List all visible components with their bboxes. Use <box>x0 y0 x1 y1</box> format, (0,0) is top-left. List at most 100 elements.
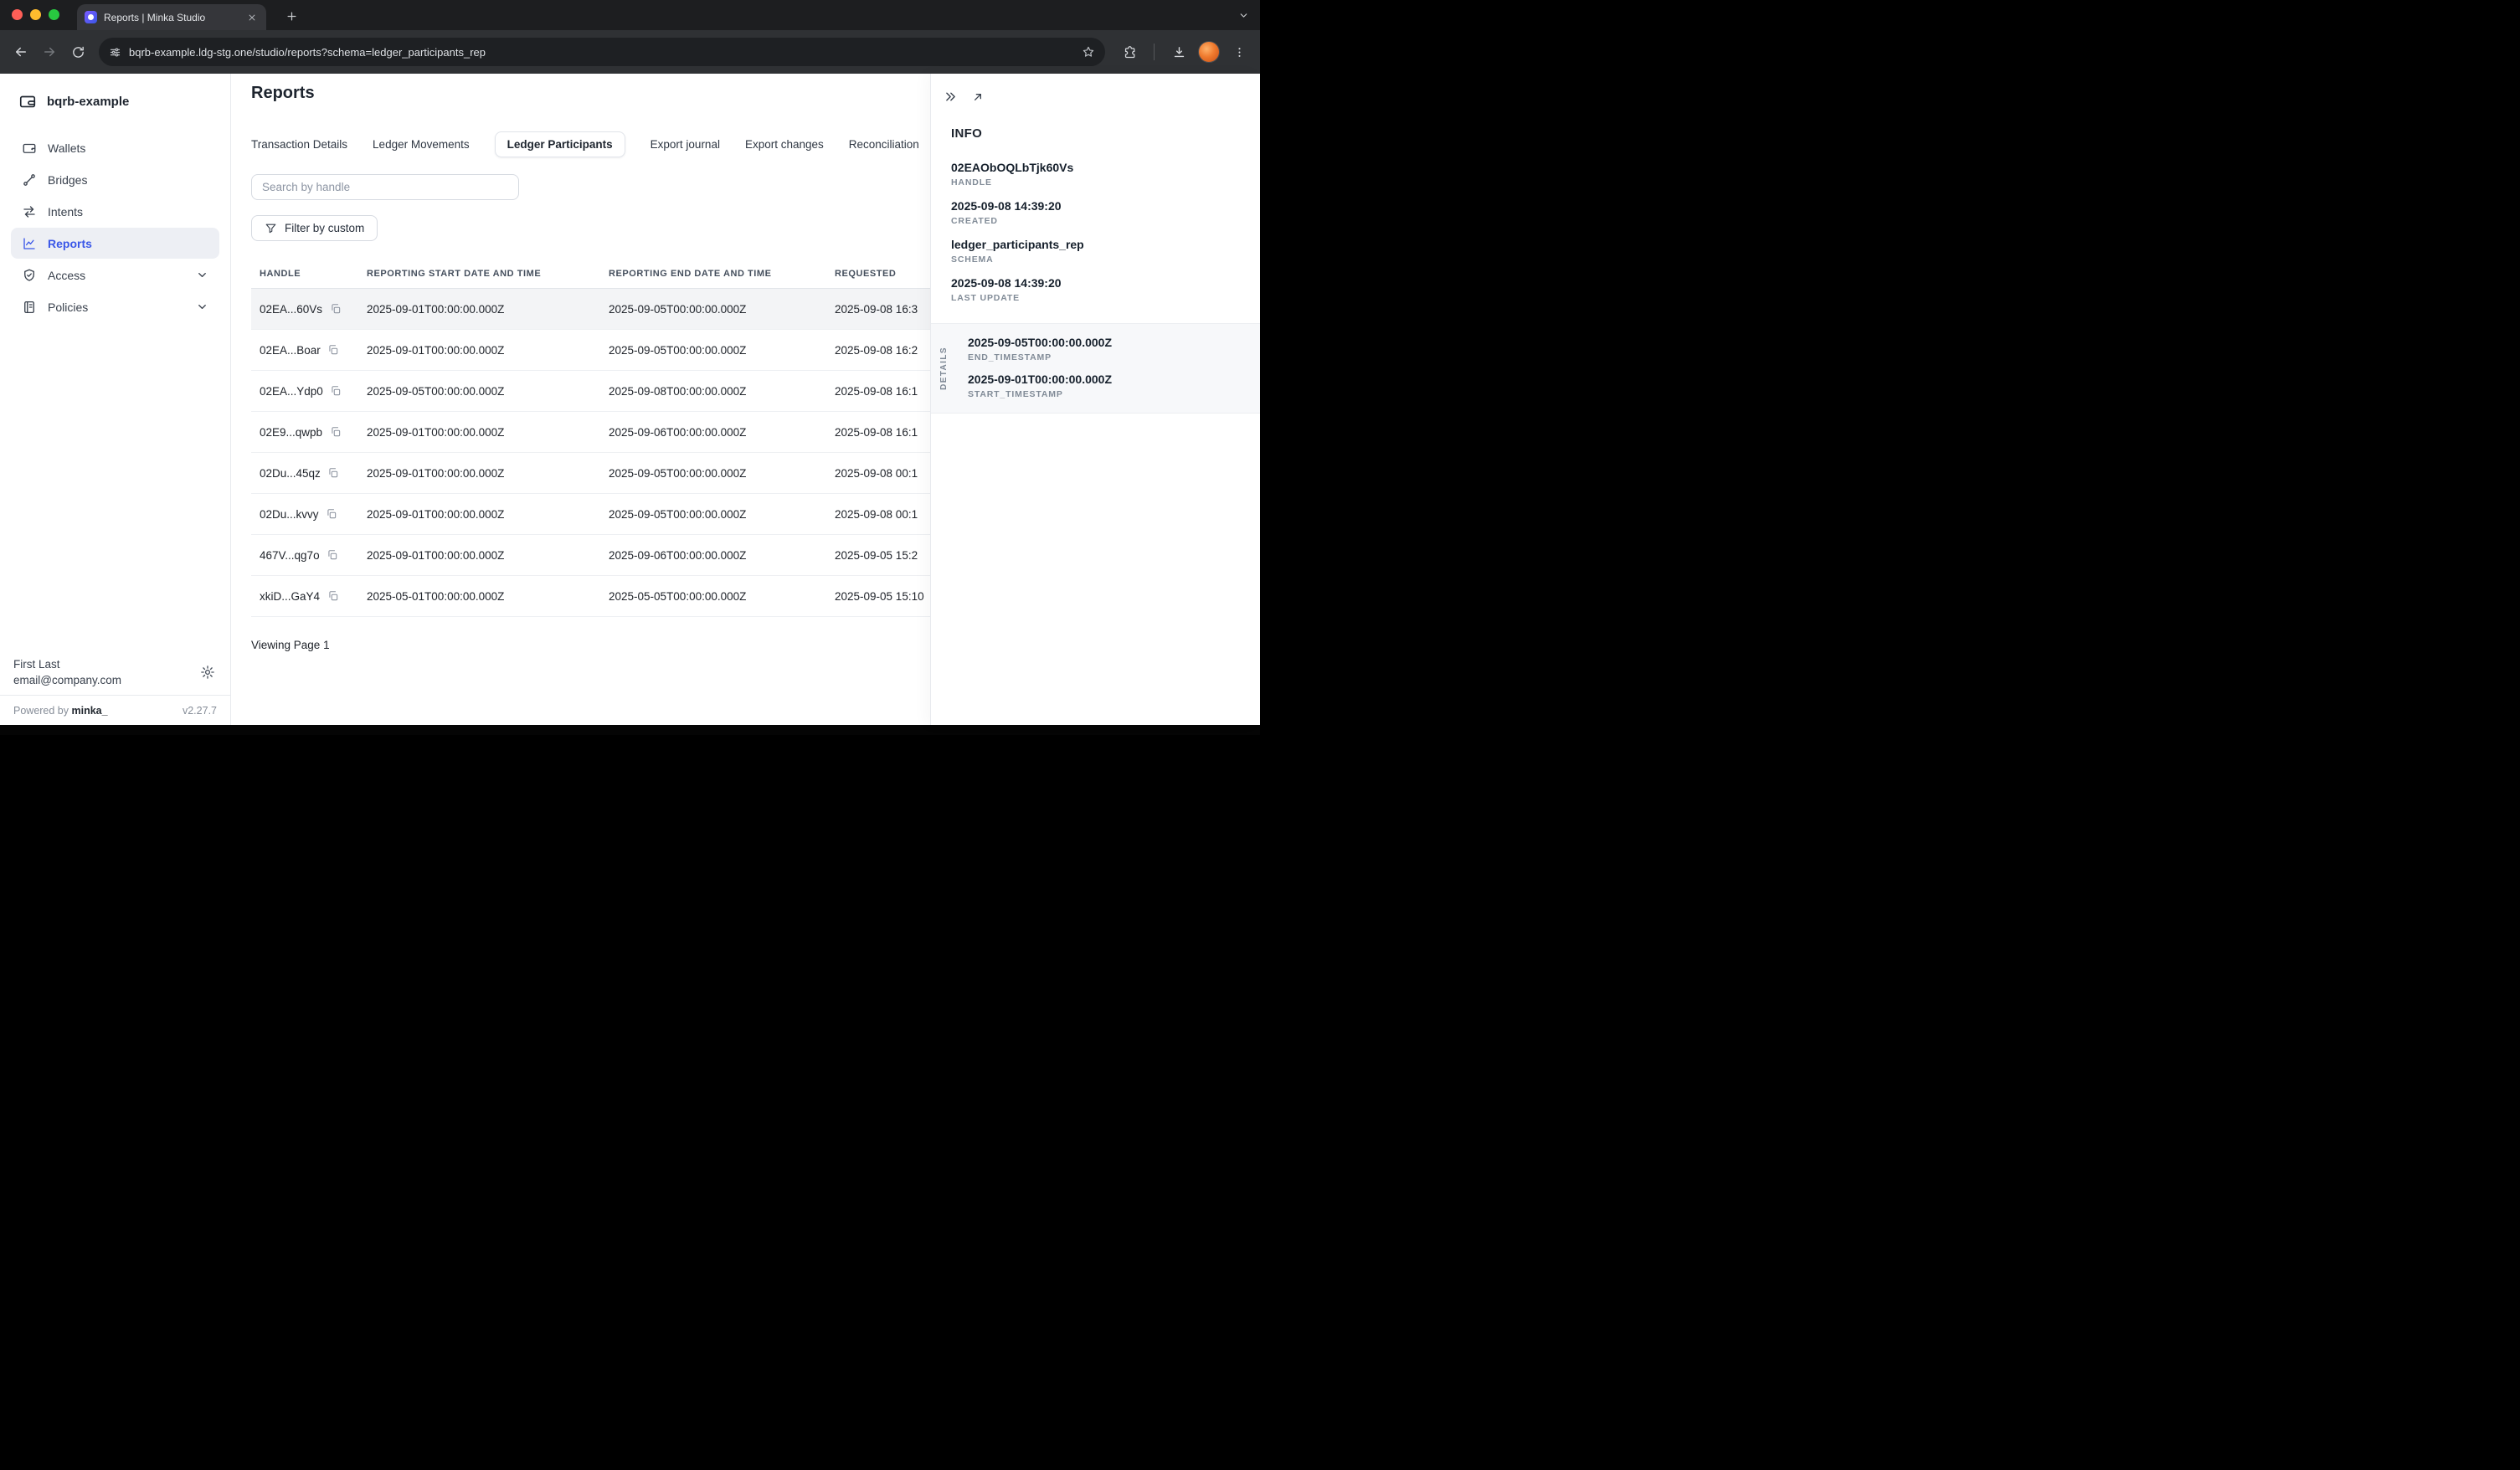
workspace-header[interactable]: bqrb-example <box>0 74 230 111</box>
sidebar-item-reports[interactable]: Reports <box>11 228 219 259</box>
search-input[interactable] <box>251 174 519 200</box>
table-row[interactable]: 02Du...45qz 2025-09-01T00:00:00.000Z 202… <box>251 453 971 494</box>
sidebar-item-access[interactable]: Access <box>11 260 219 290</box>
sidebar-footer: Powered by minka_ v2.27.7 <box>0 695 230 725</box>
sidebar-item-bridges[interactable]: Bridges <box>11 164 219 195</box>
tab-export-journal[interactable]: Export journal <box>651 138 720 151</box>
field-value: 2025-09-08 14:39:20 <box>951 199 1260 213</box>
collapse-panel-icon[interactable] <box>943 89 959 105</box>
forward-icon[interactable] <box>35 38 64 66</box>
field-label: CREATED <box>951 216 1260 226</box>
bookmark-star-icon[interactable] <box>1082 45 1095 59</box>
url-text: bqrb-example.ldg-stg.one/studio/reports?… <box>129 46 1074 59</box>
field-label: HANDLE <box>951 177 1260 188</box>
filter-button[interactable]: Filter by custom <box>251 215 378 241</box>
tab-export-changes[interactable]: Export changes <box>745 138 824 151</box>
sidebar-item-label: Access <box>48 269 85 282</box>
table-row[interactable]: 467V...qg7o 2025-09-01T00:00:00.000Z 202… <box>251 535 971 576</box>
info-fields: 02EAObOQLbTjk60Vs HANDLE 2025-09-08 14:3… <box>931 161 1260 303</box>
app: bqrb-example Wallets Bridges Intents R <box>0 74 1260 725</box>
chevron-down-icon <box>196 269 208 281</box>
copy-icon[interactable] <box>329 426 342 439</box>
copy-icon[interactable] <box>327 344 340 357</box>
notebook-icon <box>22 300 37 315</box>
start-cell: 2025-05-01T00:00:00.000Z <box>367 590 609 603</box>
tab-reconciliation[interactable]: Reconciliation <box>849 138 919 151</box>
toolbar-divider <box>1154 44 1155 60</box>
table-row[interactable]: 02EA...Ydp0 2025-09-05T00:00:00.000Z 202… <box>251 371 971 412</box>
browser-tab[interactable]: Reports | Minka Studio <box>77 4 266 30</box>
url-bar[interactable]: bqrb-example.ldg-stg.one/studio/reports?… <box>99 38 1105 66</box>
table-header-row: HANDLE REPORTING START DATE AND TIME REP… <box>251 260 971 289</box>
shield-check-icon <box>22 268 37 283</box>
handle-cell: 02Du...kvvy <box>260 508 367 521</box>
table-row[interactable]: 02EA...60Vs 2025-09-01T00:00:00.000Z 202… <box>251 289 971 330</box>
tab-close-icon[interactable] <box>244 10 259 24</box>
details-section: DETAILS 2025-09-05T00:00:00.000Z END_TIM… <box>931 323 1260 414</box>
user-meta: First Last email@company.com <box>13 658 198 686</box>
workspace-logo-icon <box>18 92 37 111</box>
info-panel: INFO 02EAObOQLbTjk60Vs HANDLE 2025-09-08… <box>930 74 1260 725</box>
field-value: 2025-09-05T00:00:00.000Z <box>968 336 1260 349</box>
copy-icon[interactable] <box>327 467 340 480</box>
tab-title: Reports | Minka Studio <box>104 12 238 23</box>
workspace-name: bqrb-example <box>47 95 129 109</box>
reload-icon[interactable] <box>64 38 92 66</box>
sidebar-item-wallets[interactable]: Wallets <box>11 132 219 163</box>
extensions-puzzle-icon[interactable] <box>1115 38 1144 66</box>
start-cell: 2025-09-01T00:00:00.000Z <box>367 426 609 439</box>
table-row[interactable]: 02EA...Boar 2025-09-01T00:00:00.000Z 202… <box>251 330 971 371</box>
browser-menu-kebab-icon[interactable] <box>1225 38 1253 66</box>
settings-gear-icon[interactable] <box>198 663 217 681</box>
tab-ledger-participants[interactable]: Ledger Participants <box>495 131 625 157</box>
handle-cell: 02E9...qwpb <box>260 426 367 439</box>
table-row[interactable]: 02Du...kvvy 2025-09-01T00:00:00.000Z 202… <box>251 494 971 535</box>
window-close-button[interactable] <box>12 9 23 20</box>
handle-text: 02EA...60Vs <box>260 303 322 316</box>
info-panel-title: INFO <box>951 126 1260 141</box>
back-icon[interactable] <box>7 38 35 66</box>
field-label: END_TIMESTAMP <box>968 352 1260 362</box>
details-field-start-timestamp: 2025-09-01T00:00:00.000Z START_TIMESTAMP <box>968 373 1260 399</box>
end-cell: 2025-09-08T00:00:00.000Z <box>609 385 835 398</box>
sidebar-item-label: Intents <box>48 205 83 218</box>
info-field-created: 2025-09-08 14:39:20 CREATED <box>951 199 1260 226</box>
copy-icon[interactable] <box>329 303 342 316</box>
powered-by: Powered by minka_ <box>13 705 108 717</box>
end-cell: 2025-09-06T00:00:00.000Z <box>609 549 835 562</box>
copy-icon[interactable] <box>327 590 339 603</box>
handle-cell: 02Du...45qz <box>260 467 367 480</box>
table-row[interactable]: 02E9...qwpb 2025-09-01T00:00:00.000Z 202… <box>251 412 971 453</box>
end-cell: 2025-09-05T00:00:00.000Z <box>609 303 835 316</box>
window-zoom-button[interactable] <box>49 9 59 20</box>
profile-avatar[interactable] <box>1198 41 1220 63</box>
sidebar-item-policies[interactable]: Policies <box>11 291 219 322</box>
start-cell: 2025-09-01T00:00:00.000Z <box>367 549 609 562</box>
handle-text: 02EA...Boar <box>260 344 321 357</box>
line-chart-icon <box>22 236 37 251</box>
download-icon[interactable] <box>1165 38 1193 66</box>
handle-text: xkiD...GaY4 <box>260 590 320 603</box>
field-label: START_TIMESTAMP <box>968 389 1260 399</box>
copy-icon[interactable] <box>327 549 339 562</box>
window-minimize-button[interactable] <box>30 9 41 20</box>
expand-panel-icon[interactable] <box>969 89 985 105</box>
copy-icon[interactable] <box>330 385 342 398</box>
field-value: 2025-09-08 14:39:20 <box>951 276 1260 290</box>
handle-text: 02Du...kvvy <box>260 508 319 521</box>
table-row[interactable]: xkiD...GaY4 2025-05-01T00:00:00.000Z 202… <box>251 576 971 617</box>
tab-ledger-movements[interactable]: Ledger Movements <box>373 138 470 151</box>
tab-list-chevron-icon[interactable] <box>1234 6 1252 24</box>
site-info-icon[interactable] <box>109 46 121 59</box>
tab-transaction-details[interactable]: Transaction Details <box>251 138 347 151</box>
col-handle: HANDLE <box>260 269 367 279</box>
user-name: First Last <box>13 658 198 671</box>
wallet-icon <box>22 141 37 156</box>
copy-icon[interactable] <box>326 508 338 521</box>
sidebar-item-intents[interactable]: Intents <box>11 196 219 227</box>
brand-link[interactable]: minka_ <box>72 705 108 717</box>
browser-tabstrip: Reports | Minka Studio <box>0 0 1260 30</box>
new-tab-button[interactable] <box>281 6 301 26</box>
powered-by-text: Powered by <box>13 705 69 717</box>
handle-text: 02Du...45qz <box>260 467 321 480</box>
